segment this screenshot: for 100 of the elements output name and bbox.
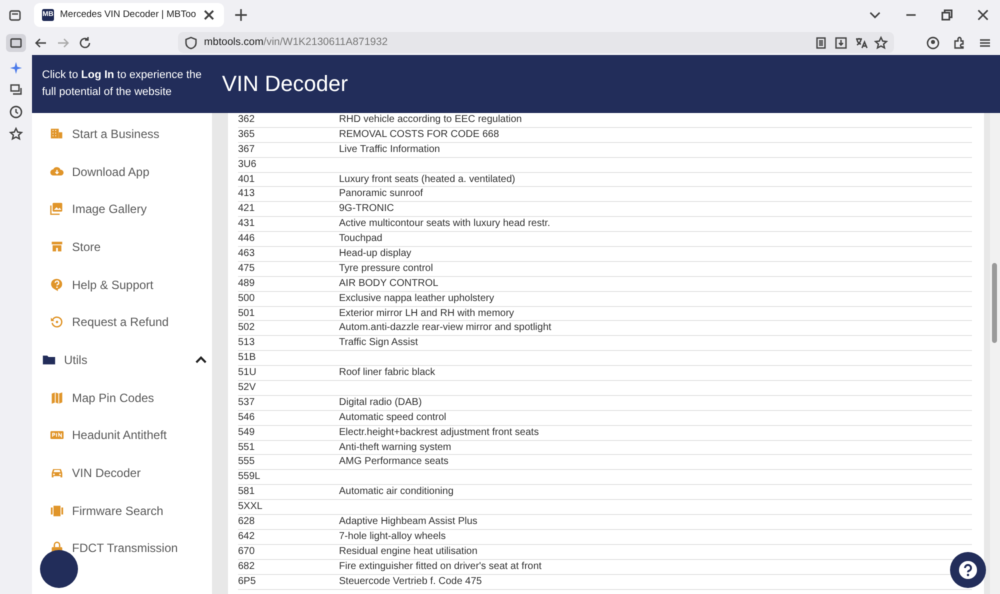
code-cell-text: 431	[238, 217, 256, 232]
building-icon	[50, 126, 64, 141]
description-cell: Autom.anti-dazzle rear-view mirror and spotlight	[339, 321, 552, 336]
code-cell-text: 551	[238, 440, 256, 454]
description-cell: Exclusive nappa leather upholstery	[339, 292, 494, 306]
nav-group[interactable]: Utils	[32, 341, 212, 379]
help-icon	[50, 278, 64, 292]
code-cell-text: 5XXL	[238, 500, 264, 514]
nav-link[interactable]: Store	[32, 228, 212, 266]
description-cell: Tyre pressure control	[339, 262, 433, 276]
description-cell: Digital radio (DAB)	[339, 396, 422, 410]
description-cell: Traffic Sign Assist	[339, 336, 418, 350]
description-cell: Automatic speed control	[339, 410, 446, 425]
description-cell: 7-hole light-alloy wheels	[339, 530, 446, 544]
code-cell-text: 362	[238, 113, 256, 127]
back-icon[interactable]	[34, 36, 48, 50]
code-cell-text: 52V	[238, 381, 257, 395]
code-cell-text: 628	[238, 515, 256, 529]
description-cell: Active multicontour seats with luxury head restr.	[339, 217, 550, 232]
description-cell: Residual engine heat utilisation	[339, 544, 478, 559]
description-cell: Panoramic sunroof	[339, 187, 423, 202]
code-cell-text: 513	[238, 336, 256, 350]
description-cell: Live Traffic Information	[339, 142, 440, 157]
star-icon[interactable]	[874, 36, 888, 50]
nav-link[interactable]: Request a Refund	[32, 303, 212, 342]
nav-link[interactable]: Headunit Antitheft	[32, 416, 212, 454]
nav-link[interactable]: Start a Business	[32, 115, 212, 153]
history-icon[interactable]	[9, 105, 23, 119]
nav-link[interactable]: Help & Support	[32, 266, 212, 304]
description-cell: 9G-TRONIC	[339, 202, 394, 216]
code-cell-text: 670	[238, 544, 256, 559]
car-icon	[50, 466, 64, 480]
code-cell-text: 475	[238, 262, 256, 276]
code-cell-text: 500	[238, 292, 256, 306]
description-cell: Steuercode Vertrieb f. Code 475	[339, 574, 482, 588]
image-icon	[50, 202, 64, 216]
description-cell: Electr.height+backrest adjustment front seats	[339, 426, 539, 440]
scrollbar[interactable]	[990, 113, 1000, 594]
code-cell-text: 549	[238, 426, 256, 440]
tab-list-icon[interactable]	[8, 8, 22, 22]
code-cell-text: 559L	[238, 470, 262, 484]
page-title: VIN Decoder	[221, 70, 348, 98]
close-icon[interactable]	[976, 8, 990, 22]
new-tab-icon[interactable]	[234, 8, 248, 22]
description-cell: Touchpad	[339, 232, 382, 246]
code-cell-text: 413	[238, 187, 256, 202]
description-cell: Automatic air conditioning	[339, 485, 454, 500]
close-icon[interactable]	[202, 8, 216, 22]
code-cell-text: 642	[238, 530, 256, 544]
nav-link[interactable]: VIN Decoder	[32, 454, 212, 492]
description-cell: AIR BODY CONTROL	[339, 276, 438, 291]
code-cell-text: 365	[238, 128, 256, 142]
tab-title: Mercedes VIN Decoder | MBToo	[60, 8, 196, 22]
synced-tabs-icon[interactable]	[9, 83, 23, 97]
url-text: mbtools.com/vin/W1K2130611A871932	[204, 34, 388, 50]
nav-link[interactable]: Firmware Search	[32, 492, 212, 530]
description-cell: RHD vehicle according to EEC regulation	[339, 113, 522, 127]
code-cell-text: 581	[238, 485, 256, 500]
code-cell-text: 555	[238, 455, 256, 470]
translate-icon[interactable]	[854, 36, 868, 50]
refund-icon	[50, 315, 64, 330]
code-cell-text: 502	[238, 321, 256, 336]
chip-icon	[50, 504, 64, 518]
map-icon	[50, 390, 64, 405]
description-cell: Fire extinguisher fitted on driver's seat at front	[339, 560, 542, 574]
reload-icon[interactable]	[78, 36, 92, 50]
description-cell: Anti-theft warning system	[339, 440, 452, 454]
code-cell-text: 421	[238, 202, 256, 216]
restore-icon[interactable]	[940, 8, 954, 22]
folder-icon	[42, 352, 56, 367]
code-cell-text: 537	[238, 396, 256, 410]
account-icon[interactable]	[926, 36, 940, 50]
code-cell-text: 489	[238, 276, 256, 291]
code-cell-text: 6P5	[238, 574, 257, 588]
code-cell-text: 446	[238, 232, 256, 246]
shield-icon	[184, 36, 198, 50]
reader-icon[interactable]	[814, 36, 828, 50]
code-cell-text: 546	[238, 410, 256, 425]
code-cell-text: 3U6	[238, 158, 258, 172]
description-cell: Roof liner fabric black	[339, 366, 436, 380]
code-cell-text: 367	[238, 142, 256, 157]
sidebar-icon[interactable]	[9, 36, 23, 50]
bookmark-star-icon[interactable]	[9, 127, 23, 141]
nav-link[interactable]: Download App	[32, 152, 212, 190]
sparkle-icon[interactable]	[9, 61, 23, 75]
code-cell-text: 501	[238, 306, 256, 320]
download-icon[interactable]	[834, 36, 848, 50]
help-icon	[958, 560, 978, 580]
code-cell-text: 401	[238, 172, 256, 186]
address-bar[interactable]: mbtools.com/vin/W1K2130611A871932	[178, 32, 894, 53]
description-cell: Adaptive Highbeam Assist Plus	[339, 515, 478, 529]
description-cell: Exterior mirror LH and RH with memory	[339, 306, 514, 320]
description-cell: Head-up display	[339, 247, 412, 261]
description-cell: AMG Performance seats	[339, 455, 448, 470]
nav-link[interactable]: Image Gallery	[32, 190, 212, 228]
login-banner[interactable]: Click to Log In to experience the full potential of the website	[32, 67, 212, 101]
description-cell: REMOVAL COSTS FOR CODE 668	[339, 128, 500, 142]
nav-link[interactable]: Map Pin Codes	[32, 378, 212, 416]
extensions-icon[interactable]	[952, 36, 966, 50]
store-icon	[50, 240, 64, 254]
